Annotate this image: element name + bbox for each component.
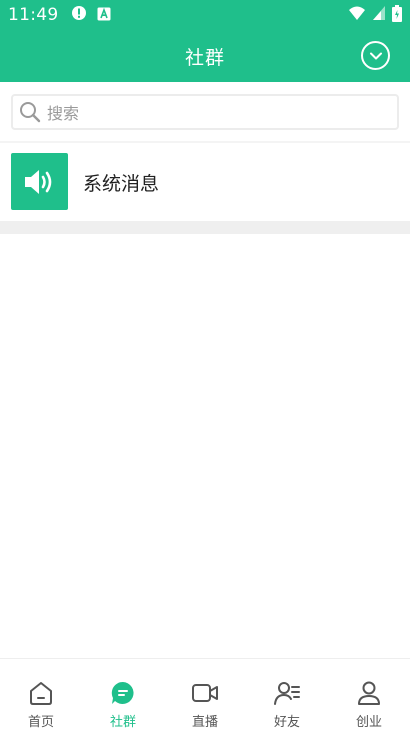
nav-label-community: 社群 (109, 715, 136, 730)
search-bar: 搜索 (0, 82, 410, 142)
search-input[interactable]: 搜索 (11, 94, 399, 130)
page-title: 社群 (184, 46, 225, 69)
notification-app-icon (97, 6, 111, 25)
battery-icon (392, 4, 402, 26)
nav-label-live: 直播 (191, 715, 218, 730)
signal-icon (372, 5, 386, 25)
list-item-system-message[interactable]: 系统消息 (0, 143, 410, 221)
status-time: 11:49 (8, 5, 59, 25)
app-header: 社群 (0, 30, 410, 82)
speaker-icon (11, 153, 68, 210)
nav-item-live[interactable]: 直播 (164, 659, 246, 730)
video-camera-icon (191, 679, 219, 707)
screen: 11:49 社群 搜索 系统消息 首页 社群 直播 好友 创业 (0, 0, 410, 730)
home-icon (27, 679, 55, 707)
search-icon (19, 100, 43, 124)
nav-item-home[interactable]: 首页 (0, 659, 82, 730)
user-icon (355, 679, 383, 707)
section-separator (0, 221, 410, 234)
nav-label-home: 首页 (27, 715, 54, 730)
bottom-nav: 首页 社群 直播 好友 创业 (0, 658, 410, 730)
alert-circle-icon (71, 5, 87, 25)
wifi-icon (348, 5, 366, 25)
nav-label-startup: 创业 (355, 715, 382, 730)
friends-icon (273, 679, 301, 707)
status-bar: 11:49 (0, 0, 410, 30)
nav-item-friends[interactable]: 好友 (246, 659, 328, 730)
status-right-icons (348, 4, 402, 26)
nav-label-friends: 好友 (273, 715, 300, 730)
search-placeholder: 搜索 (47, 104, 80, 123)
chat-bubble-icon (109, 679, 137, 707)
status-left-icons (71, 5, 111, 25)
nav-item-startup[interactable]: 创业 (328, 659, 410, 730)
chevron-down-circle-icon[interactable] (361, 41, 390, 70)
nav-item-community[interactable]: 社群 (82, 659, 164, 730)
list-item-title: 系统消息 (83, 173, 160, 195)
